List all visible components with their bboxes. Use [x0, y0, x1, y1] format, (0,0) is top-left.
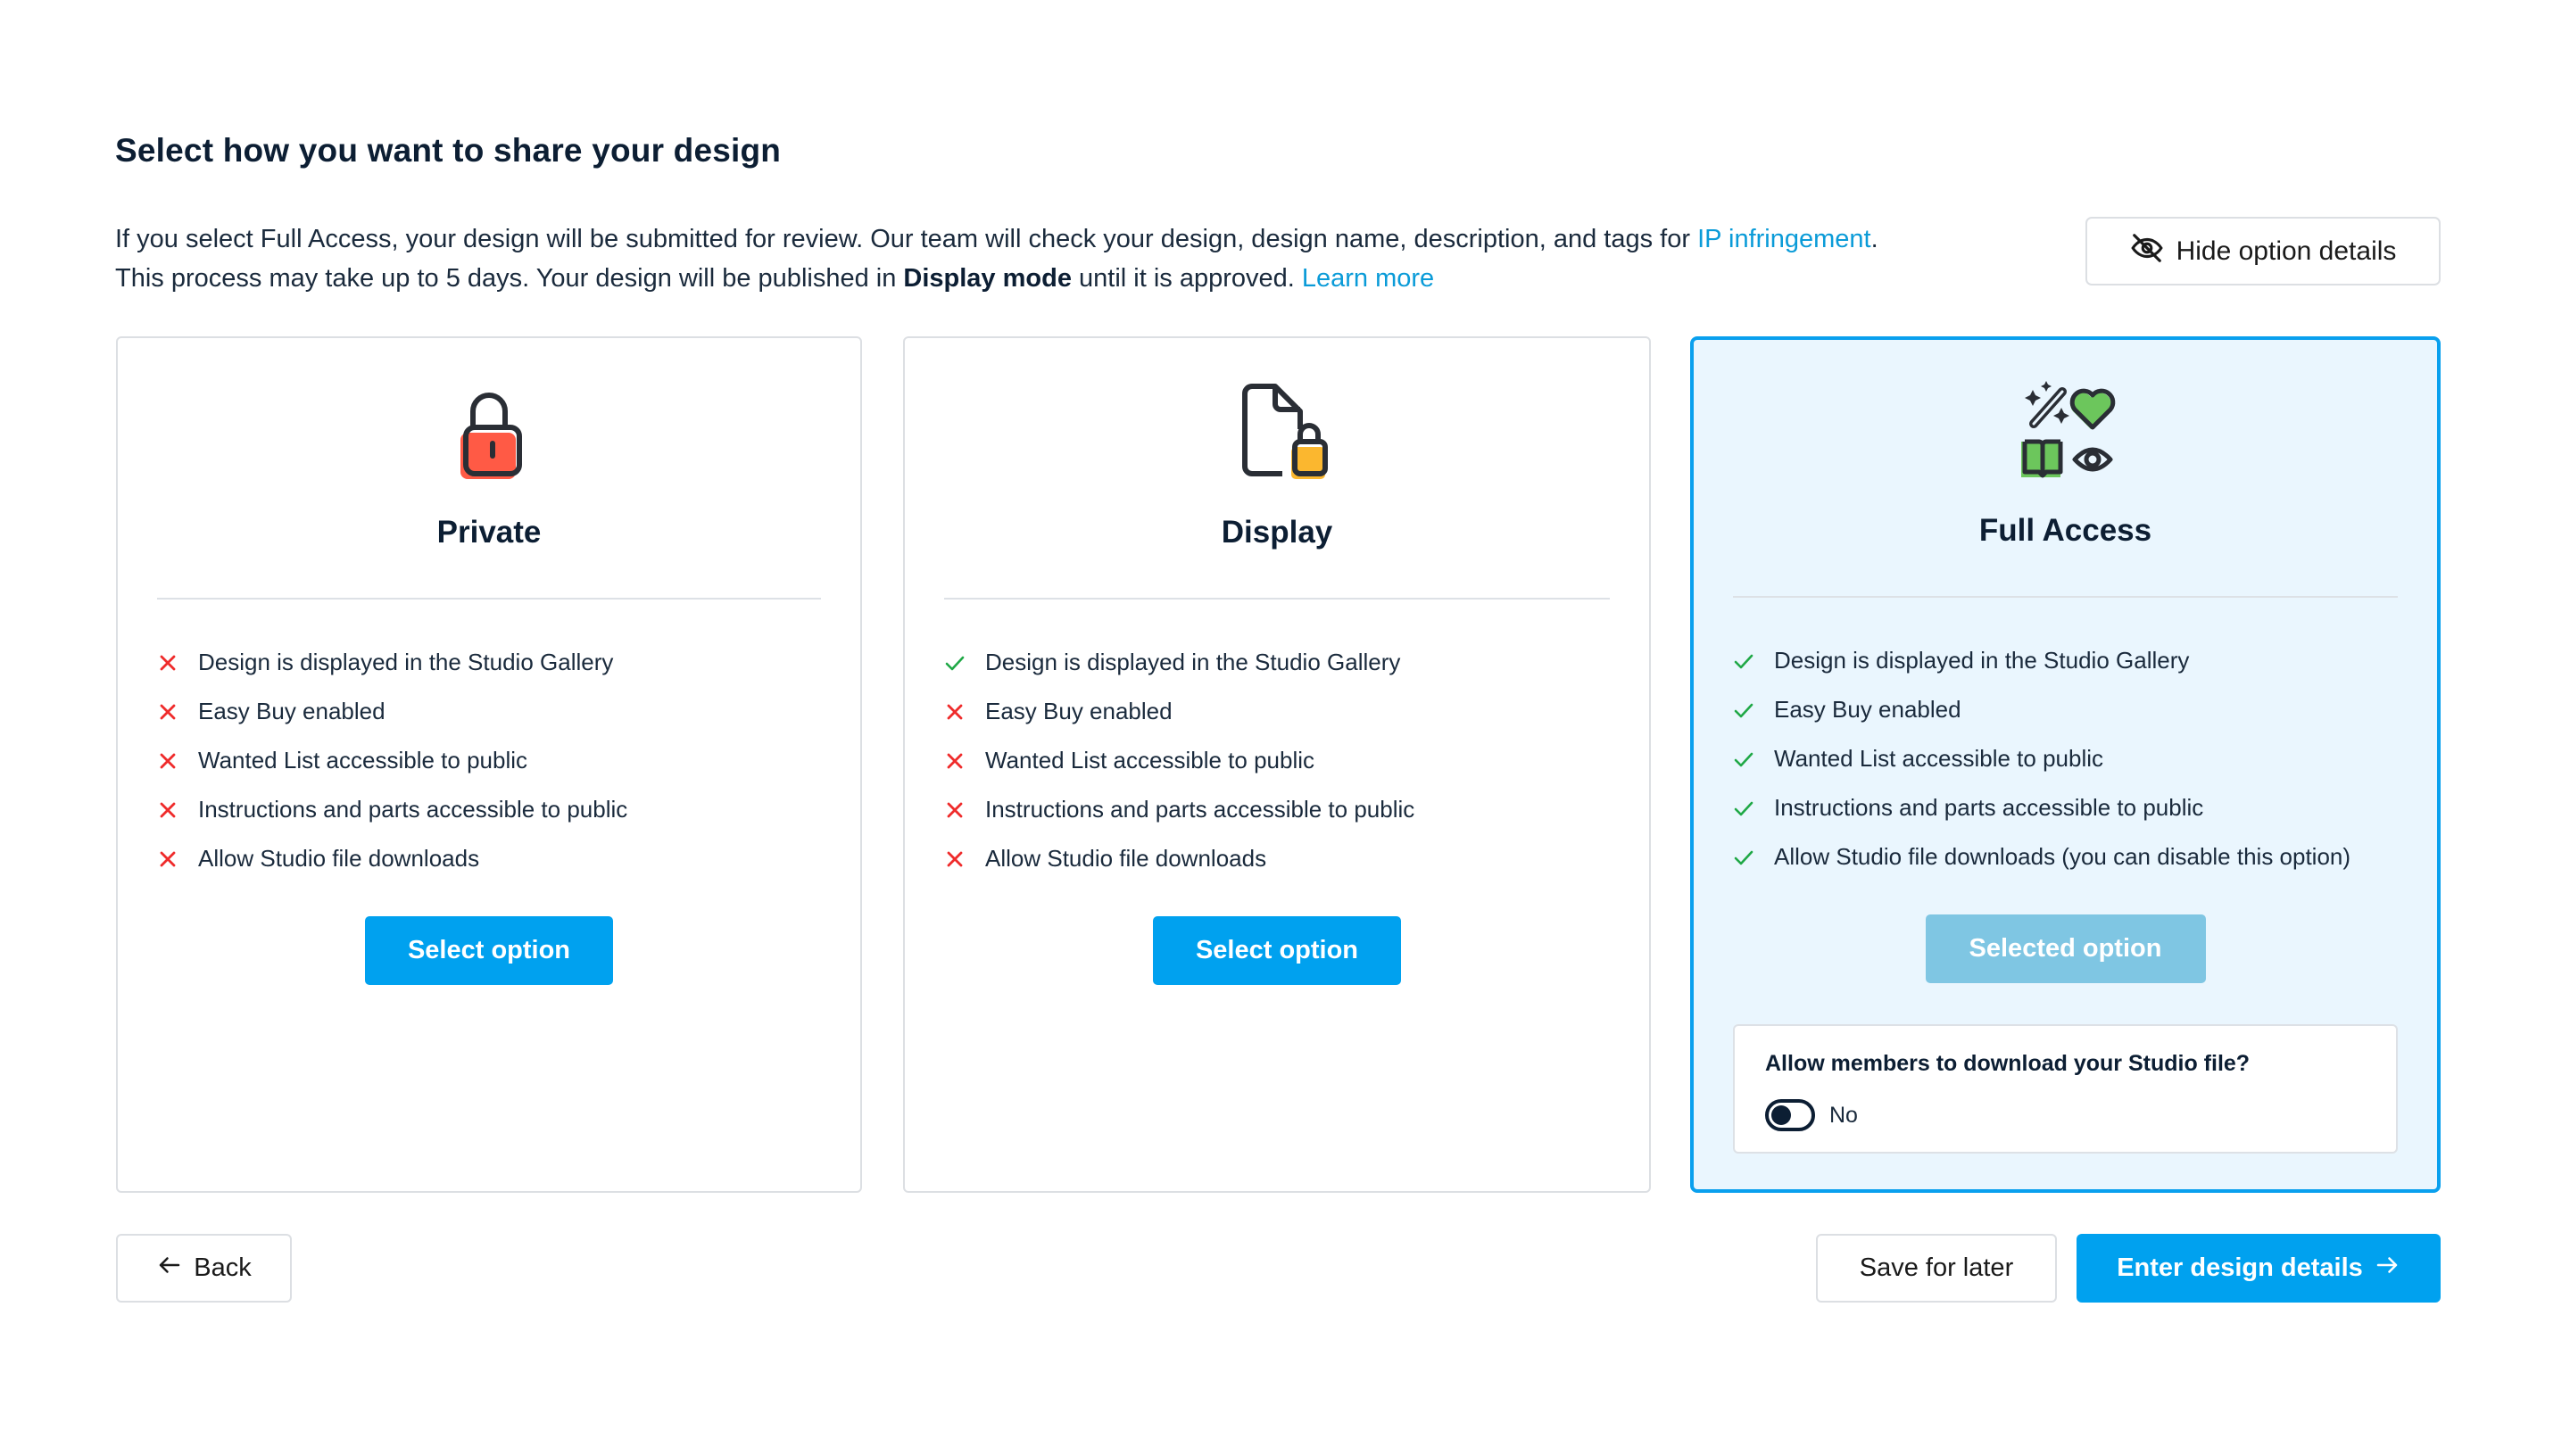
back-button[interactable]: Back: [116, 1234, 292, 1303]
cross-icon: [157, 701, 198, 723]
back-label: Back: [194, 1253, 252, 1282]
feature-item: Easy Buy enabled: [1733, 685, 2419, 734]
eye-icon: [2072, 447, 2112, 472]
allow-download-toggle[interactable]: [1765, 1099, 1815, 1131]
toggle-knob: [1771, 1105, 1791, 1125]
heart-icon: [2069, 388, 2115, 430]
feature-label: Easy Buy enabled: [198, 698, 386, 724]
option-card-full-access[interactable]: Full Access Design is displayed in the S…: [1690, 336, 2441, 1193]
feature-label: Design is displayed in the Studio Galler…: [198, 649, 614, 675]
feature-item: Allow Studio file downloads (you can dis…: [1733, 832, 2419, 881]
cross-icon: [157, 799, 198, 821]
feature-item: Easy Buy enabled: [157, 687, 842, 736]
feature-list: Design is displayed in the Studio Galler…: [1733, 636, 2419, 881]
padlock-icon: [427, 374, 551, 490]
hide-option-details-label: Hide option details: [2176, 236, 2397, 266]
save-for-later-button[interactable]: Save for later: [1816, 1234, 2057, 1303]
full-access-icon: [2003, 374, 2128, 490]
cross-icon: [157, 652, 198, 674]
option-title: Private: [436, 515, 542, 550]
cross-icon: [944, 799, 985, 821]
ip-infringement-link[interactable]: IP infringement: [1697, 225, 1871, 253]
arrow-right-icon: [2374, 1252, 2400, 1286]
file-lock-icon: [1215, 374, 1339, 490]
option-card-display[interactable]: Display Design is displayed in the Studi…: [903, 336, 1651, 1193]
divider: [944, 598, 1610, 600]
feature-list: Design is displayed in the Studio Galler…: [157, 638, 842, 883]
feature-item: Design is displayed in the Studio Galler…: [1733, 636, 2419, 685]
toggle-label: No: [1829, 1102, 1858, 1128]
download-permission-panel: Allow members to download your Studio fi…: [1733, 1024, 2398, 1154]
feature-item: Wanted List accessible to public: [1733, 734, 2419, 783]
eye-slash-icon: [2130, 231, 2164, 272]
option-title: Display: [1221, 515, 1333, 550]
book-icon: [2020, 439, 2062, 478]
feature-label: Allow Studio file downloads: [198, 845, 480, 872]
feature-label: Easy Buy enabled: [1774, 696, 1961, 723]
cross-icon: [944, 750, 985, 772]
select-display-button[interactable]: Select option: [1153, 916, 1401, 985]
feature-label: Allow Studio file downloads: [985, 845, 1267, 872]
feature-item: Allow Studio file downloads: [157, 834, 842, 883]
option-title: Full Access: [1978, 513, 2152, 548]
learn-more-link[interactable]: Learn more: [1302, 264, 1434, 293]
feature-label: Instructions and parts accessible to pub…: [198, 796, 628, 823]
cross-icon: [157, 750, 198, 772]
intro-part3: until it is approved.: [1071, 264, 1302, 293]
feature-label: Design is displayed in the Studio Galler…: [985, 649, 1401, 675]
feature-item: Design is displayed in the Studio Galler…: [944, 638, 1631, 687]
feature-item: Easy Buy enabled: [944, 687, 1631, 736]
feature-item: Instructions and parts accessible to pub…: [157, 785, 842, 834]
divider: [157, 598, 821, 600]
select-private-button[interactable]: Select option: [365, 916, 613, 985]
feature-item: Design is displayed in the Studio Galler…: [157, 638, 842, 687]
feature-label: Easy Buy enabled: [985, 698, 1173, 724]
feature-item: Wanted List accessible to public: [157, 736, 842, 785]
feature-item: Wanted List accessible to public: [944, 736, 1631, 785]
hide-option-details-button[interactable]: Hide option details: [2085, 217, 2441, 285]
check-icon: [1733, 749, 1774, 770]
enter-design-details-button[interactable]: Enter design details: [2077, 1234, 2441, 1303]
cross-icon: [157, 848, 198, 870]
download-question: Allow members to download your Studio fi…: [1765, 1051, 2251, 1076]
check-icon: [944, 652, 985, 674]
cross-icon: [944, 848, 985, 870]
enter-design-details-label: Enter design details: [2117, 1253, 2363, 1282]
intro-text: If you select Full Access, your design w…: [115, 219, 1900, 298]
feature-label: Wanted List accessible to public: [985, 747, 1315, 774]
feature-label: Wanted List accessible to public: [1774, 745, 2104, 772]
display-mode-text: Display mode: [903, 264, 1072, 293]
intro-part1: If you select Full Access, your design w…: [115, 225, 1698, 253]
check-icon: [1733, 699, 1774, 721]
magic-wand-icon: [2024, 381, 2069, 428]
check-icon: [1733, 650, 1774, 672]
feature-item: Allow Studio file downloads: [944, 834, 1631, 883]
feature-label: Wanted List accessible to public: [198, 747, 528, 774]
check-icon: [1733, 798, 1774, 819]
page-title: Select how you want to share your design: [115, 132, 782, 169]
divider: [1733, 596, 2398, 598]
feature-label: Allow Studio file downloads (you can dis…: [1774, 843, 2351, 870]
feature-label: Instructions and parts accessible to pub…: [985, 796, 1415, 823]
check-icon: [1733, 847, 1774, 868]
cross-icon: [944, 701, 985, 723]
selected-full-access-button[interactable]: Selected option: [1925, 914, 2206, 983]
feature-label: Instructions and parts accessible to pub…: [1774, 794, 2204, 821]
feature-list: Design is displayed in the Studio Galler…: [944, 638, 1631, 883]
feature-item: Instructions and parts accessible to pub…: [944, 785, 1631, 834]
feature-item: Instructions and parts accessible to pub…: [1733, 783, 2419, 832]
arrow-left-icon: [156, 1252, 183, 1286]
feature-label: Design is displayed in the Studio Galler…: [1774, 647, 2190, 674]
option-card-private[interactable]: Private Design is displayed in the Studi…: [116, 336, 862, 1193]
download-toggle-row: No: [1765, 1099, 1858, 1131]
